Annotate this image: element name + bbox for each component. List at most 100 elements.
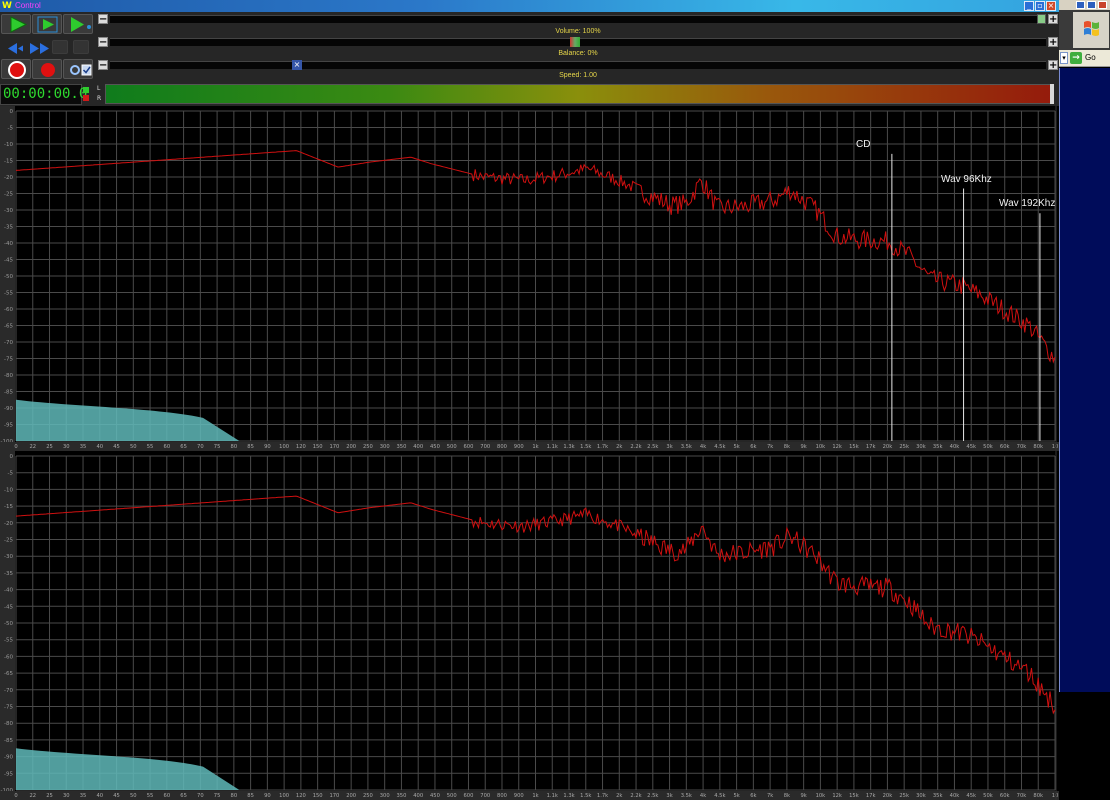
y-tick-label: -70 [4,688,13,694]
x-tick-label: 55 [147,444,154,450]
play-button[interactable] [1,14,31,34]
side-minimize-button[interactable] [1076,1,1085,9]
x-tick-label: 25 [46,793,53,799]
window-title: Control [15,1,41,10]
balance-increase-button[interactable]: + [1048,60,1058,71]
right-led [83,95,89,101]
side-window: ▾ → Go [1059,0,1110,800]
x-tick-label: 3k [666,444,672,450]
position-slider[interactable]: − + [98,14,1058,25]
x-tick-label: 1k [532,793,538,799]
title-bar[interactable]: W Control _ ▫ × [0,0,1059,12]
position-increase-button[interactable]: + [1048,14,1058,25]
volume-label: Volume: 100% [555,28,601,35]
play-loop-button[interactable] [63,14,93,34]
position-decrease-button[interactable]: − [98,14,108,25]
x-tick-label: 70k [1017,793,1027,799]
volume-thumb[interactable] [570,37,580,47]
level-meter [105,84,1052,104]
x-tick-label: 350 [396,444,406,450]
stop-button[interactable] [73,40,89,54]
y-tick-label: -95 [4,423,13,429]
play-icon [10,16,28,33]
settings-icon [70,64,92,76]
x-tick-label: 200 [346,444,356,450]
close-button[interactable]: × [1046,1,1056,11]
x-tick-label: 700 [480,444,490,450]
x-tick-label: 1.5k [580,793,591,799]
y-tick-label: -45 [4,604,13,610]
x-tick-label: 0 [14,444,17,450]
x-tick-label: 25 [46,444,53,450]
x-tick-label: 5k [733,793,739,799]
x-tick-label: 9k [800,793,806,799]
player-window: W Control _ ▫ × − + Volume: 100% − + Bal… [0,0,1059,800]
x-tick-label: 70k [1017,444,1027,450]
y-tick-label: -50 [4,274,13,280]
balance-thumb[interactable]: × [292,60,302,70]
windows-flag-area [1073,12,1109,48]
x-tick-label: 65 [180,793,187,799]
x-tick-label: 30 [63,793,70,799]
balance-track[interactable] [110,61,1046,69]
x-tick-label: 17k [866,444,876,450]
x-tick-label: 400 [413,444,423,450]
side-close-button[interactable] [1098,1,1107,9]
record-dot-icon [41,63,55,77]
y-tick-label: -35 [4,571,13,577]
y-tick-label: -25 [4,538,13,544]
x-tick-label: 85 [247,444,254,450]
side-window-header [1059,0,1110,50]
go-arrow-icon: → [1070,52,1082,64]
record-alt-button[interactable] [32,59,62,79]
windows-flag-icon [1084,21,1099,36]
x-tick-label: 35 [80,793,87,799]
x-tick-label: 15k [849,444,859,450]
x-tick-label: 700 [480,793,490,799]
balance-decrease-button[interactable]: − [98,60,108,71]
y-tick-label: -10 [4,142,13,148]
play-selection-button[interactable] [32,14,62,34]
x-tick-label: 2.2k [630,793,641,799]
x-tick-label: 85 [247,793,254,799]
x-tick-label: 120 [296,444,306,450]
meter-left-label: L [97,85,101,92]
x-tick-label: 5k [733,444,739,450]
volume-increase-button[interactable]: + [1048,37,1058,48]
app-icon: W [2,1,12,11]
y-tick-label: -60 [4,307,13,313]
y-tick-label: -75 [4,357,13,363]
position-track[interactable] [110,15,1046,23]
record-button[interactable] [1,59,31,79]
x-tick-label: 40k [950,444,960,450]
address-dropdown[interactable]: ▾ [1060,52,1068,64]
x-tick-label: 15k [849,793,859,799]
balance-slider[interactable]: − × + [98,60,1058,71]
x-tick-label: 500 [447,793,457,799]
volume-decrease-button[interactable]: − [98,37,108,48]
y-tick-label: -85 [4,738,13,744]
options-button[interactable] [63,59,93,79]
maximize-button[interactable]: ▫ [1035,1,1045,11]
volume-slider[interactable]: − + [98,37,1058,48]
forward-button[interactable] [23,38,53,58]
go-button[interactable]: → Go [1069,51,1109,65]
x-tick-label: 10k [816,793,826,799]
y-tick-label: 0 [10,454,14,460]
y-tick-label: -20 [4,521,13,527]
x-tick-label: 2k [616,444,622,450]
x-tick-label: 8k [784,793,790,799]
level-meter-peak [1050,84,1054,104]
x-tick-label: 2.5k [647,444,658,450]
x-tick-label: 12k [832,444,842,450]
meter-right-label: R [97,95,102,102]
pause-button[interactable] [52,40,68,54]
y-tick-label: -85 [4,390,13,396]
x-tick-label: 4k [700,444,706,450]
x-tick-label: 20k [883,793,893,799]
x-tick-label: 35 [80,444,87,450]
x-tick-label: 60 [164,444,171,450]
minimize-button[interactable]: _ [1024,1,1034,11]
side-restore-button[interactable] [1087,1,1096,9]
x-tick-label: 30k [916,793,926,799]
